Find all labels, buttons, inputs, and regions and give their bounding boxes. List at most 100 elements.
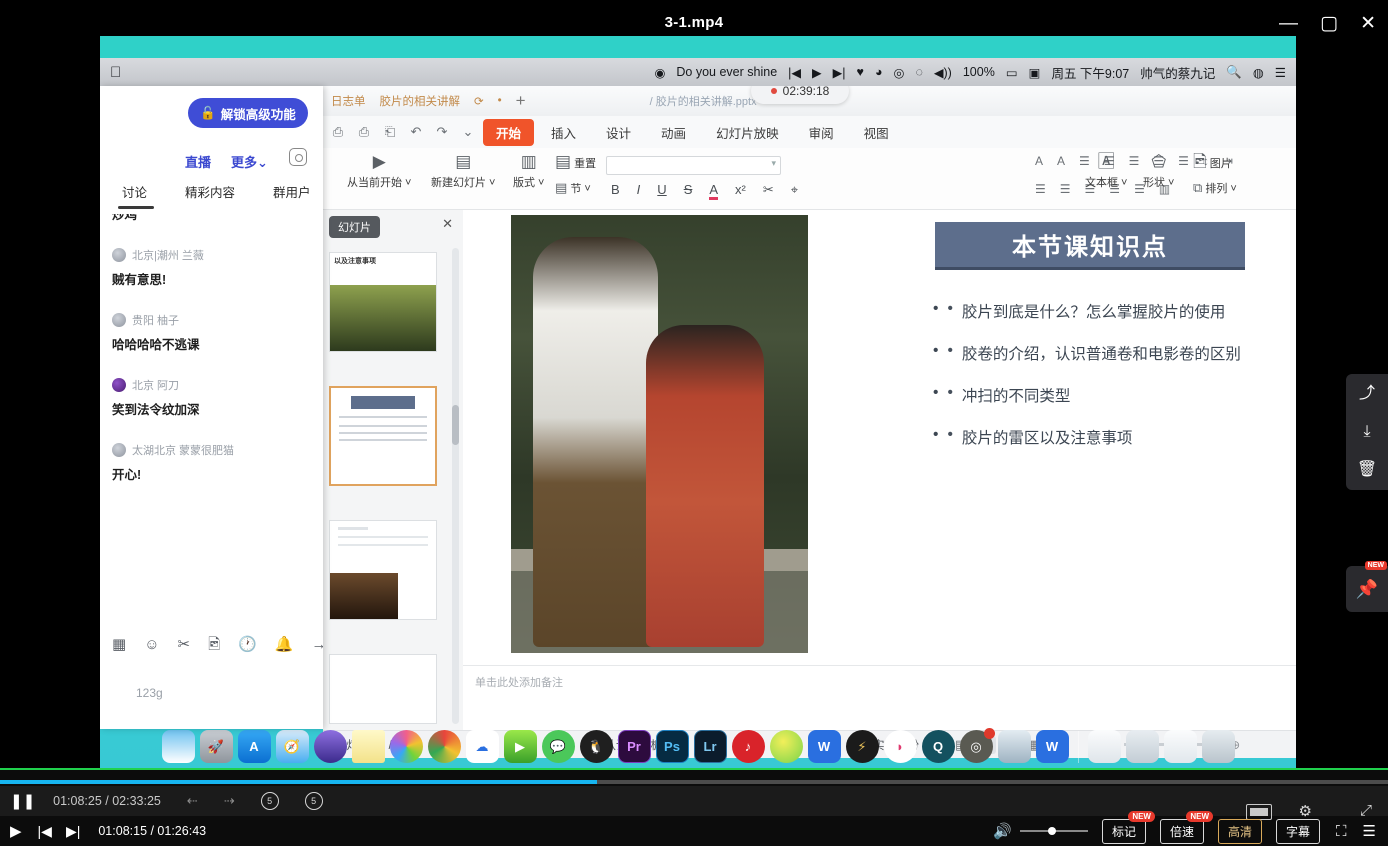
reset-button[interactable]: ▤ 重置 <box>555 152 596 172</box>
slide-canvas[interactable]: 本节课知识点 •胶片到底是什么？怎么掌握胶片的使用 •胶卷的介绍，认识普通卷和电… <box>463 210 1296 730</box>
start-from-current-button[interactable]: ▶ 从当前开始 ˅ <box>347 152 411 190</box>
pause-button[interactable]: ❚❚ <box>0 792 45 810</box>
ribbon-tab-start[interactable]: 开始 <box>483 119 534 146</box>
bell-icon[interactable]: 🔔 <box>275 637 294 652</box>
quick-menu-icon[interactable]: ⌄ <box>457 124 479 140</box>
slide-thumbnail[interactable] <box>329 386 437 486</box>
forward-icon[interactable]: ⇢ <box>224 793 235 809</box>
timemachine-icon[interactable]: ◕ <box>875 65 883 79</box>
recording-badge[interactable]: 02:39:18 <box>751 86 849 104</box>
dock-icon-launchpad[interactable]: 🚀 <box>200 730 233 763</box>
number-list-icon[interactable]: ☰ <box>1178 154 1189 168</box>
align-center2-icon[interactable]: ☰ <box>1060 182 1071 196</box>
dock-icon-wechat[interactable]: 💬 <box>542 730 575 763</box>
send-icon[interactable]: → <box>312 637 323 652</box>
dock-icon-quark-browser[interactable]: Q <box>922 730 955 763</box>
slide-bullet-list[interactable]: •胶片到底是什么？怎么掌握胶片的使用 •胶卷的介绍，认识普通卷和电影卷的区别 •… <box>933 300 1296 468</box>
ribbon-tab-slideshow[interactable]: 幻灯片放映 <box>703 119 792 146</box>
volume-slider-knob[interactable] <box>1048 827 1056 835</box>
ribbon-tab-animation[interactable]: 动画 <box>648 119 699 146</box>
new-slide-button[interactable]: ▤ 新建幻灯片 ˅ <box>431 152 495 190</box>
fullscreen-icon[interactable]: ⛶ <box>1336 823 1347 840</box>
subtab-members[interactable]: 群用户 <box>273 182 311 201</box>
dock-icon-lightroom[interactable]: Lr <box>694 730 727 763</box>
dock-icon-safari[interactable]: 🧭 <box>276 730 309 763</box>
control-center-icon[interactable]: ☰ <box>1275 65 1286 80</box>
export-icon[interactable]: ⎗ <box>379 124 401 140</box>
share-icon[interactable]: ⤴ <box>1359 386 1375 402</box>
italic-button[interactable]: I <box>637 182 641 200</box>
dock-icon-chrome[interactable] <box>428 730 461 763</box>
subtitle-button[interactable]: 字幕 <box>1276 819 1320 844</box>
emoji-icon[interactable]: ☺ <box>144 637 159 652</box>
slide-title[interactable]: 本节课知识点 <box>935 222 1245 270</box>
text-effect-button[interactable]: ⌖ <box>791 182 798 200</box>
dock-icon-window-2[interactable] <box>1126 730 1159 763</box>
underline-button[interactable]: U <box>657 182 666 200</box>
dock-icon-photoshop[interactable]: Ps <box>656 730 689 763</box>
dock-icon-window-1[interactable] <box>1088 730 1121 763</box>
volume-icon[interactable]: ◀)) <box>934 65 952 80</box>
macos-menubar[interactable]:  ◉ Do you ever shine |◀ ▶ ▶| ♥ ◕ ◎ ◌ ◀)… <box>100 58 1296 86</box>
arrange-button[interactable]: ⧉ 排列 ˅ <box>1193 178 1237 198</box>
dock-icon-photo-booth[interactable] <box>314 730 347 763</box>
slide-thumbnail[interactable] <box>329 520 437 620</box>
font-name-input[interactable] <box>606 156 781 175</box>
quality-button[interactable]: 高清 <box>1218 819 1262 844</box>
doc-tab-1[interactable]: 胶片的相关讲解 <box>380 93 461 109</box>
ribbon-tab-review[interactable]: 审阅 <box>796 119 847 146</box>
undo-icon[interactable]: ↶ <box>405 124 427 140</box>
dock-icon-baidu-netdisk[interactable]: ☁ <box>466 730 499 763</box>
grid-icon[interactable]: ▦ <box>112 637 126 652</box>
menubar-user[interactable]: 帅气的蔡九记 <box>1140 63 1215 82</box>
search-icon[interactable]: 🔍 <box>1226 65 1242 80</box>
tab-live[interactable]: 直播 <box>185 152 211 171</box>
dock-icon-wps-writer[interactable]: W <box>808 730 841 763</box>
dock-icon-premiere-pro[interactable]: Pr <box>618 730 651 763</box>
dock-icon-steering-wheel-app[interactable]: ◎ <box>960 730 993 763</box>
ccleaner-icon[interactable]: ◉ <box>654 65 665 80</box>
font-shrink-icon[interactable]: A <box>1057 154 1065 168</box>
dock-icon-wps-second[interactable]: W <box>1036 730 1069 763</box>
dock-icon-photos[interactable] <box>390 730 423 763</box>
thumbnail-scrollbar-track[interactable] <box>452 248 459 724</box>
chat-message-list[interactable]: 炒鸡 北京|潮州 兰薇 贼有意思! 贵阳 柚子 <box>100 214 323 626</box>
speed-button[interactable]: 倍速 NEW <box>1160 819 1204 844</box>
play-button[interactable]: ▶ <box>0 822 32 840</box>
align-right-icon[interactable]: ☰ <box>1129 154 1140 168</box>
ribbon-tab-design[interactable]: 设计 <box>593 119 644 146</box>
gear-icon[interactable] <box>289 148 307 166</box>
unlock-premium-button[interactable]: 🔓 解锁高级功能 <box>188 98 308 128</box>
align-left2-icon[interactable]: ☰ <box>1035 182 1046 196</box>
thumbnail-scrollbar-thumb[interactable] <box>452 405 459 445</box>
subtab-discussion[interactable]: 讨论 <box>122 182 147 201</box>
section-button[interactable]: ▤ 节 ˅ <box>555 178 591 198</box>
dock-icon-notes[interactable] <box>352 730 385 763</box>
refresh-icon[interactable]: ⟳ <box>474 94 484 108</box>
subtab-highlights[interactable]: 精彩内容 <box>185 182 235 201</box>
bold-button[interactable]: B <box>611 182 620 200</box>
dock-icon-360-browser[interactable] <box>770 730 803 763</box>
layout-button[interactable]: ▥ 版式 ˅ <box>513 152 544 190</box>
dock-icon-security-shield[interactable]: ⚡ <box>846 730 879 763</box>
next-track-icon[interactable]: ▶| <box>833 65 846 80</box>
menubar-clock[interactable]: 周五 下午9:07 <box>1051 63 1129 82</box>
maximize-button[interactable]: ▢ <box>1320 14 1338 33</box>
textbox-button[interactable]: 🄰 文本框 ˅ <box>1085 152 1127 190</box>
clear-format-button[interactable]: ✂ <box>763 182 774 200</box>
superscript-button[interactable]: x² <box>735 182 746 200</box>
doc-tab-0[interactable]: 日志单 <box>331 93 366 109</box>
download-icon[interactable]: ⤓ <box>1363 424 1370 440</box>
dock-icon-app-store[interactable]: A <box>238 730 271 763</box>
font-color-button[interactable]: A <box>709 182 718 200</box>
minimize-button[interactable]: — <box>1279 14 1298 33</box>
dock-icon-video-player[interactable]: ▶ <box>504 730 537 763</box>
pin-button[interactable]: 📌 NEW <box>1346 566 1388 612</box>
wifi-icon[interactable]: ◌ <box>915 65 922 79</box>
next-button[interactable]: ▶| <box>66 823 80 840</box>
shape-button[interactable]: ⬠ 形状 ˅ <box>1143 152 1174 190</box>
redo-icon[interactable]: ↷ <box>431 124 453 140</box>
new-tab-button[interactable]: + <box>516 91 526 111</box>
delete-icon[interactable]: 🗑 <box>1357 462 1377 478</box>
dock-icon-finder[interactable] <box>162 730 195 763</box>
